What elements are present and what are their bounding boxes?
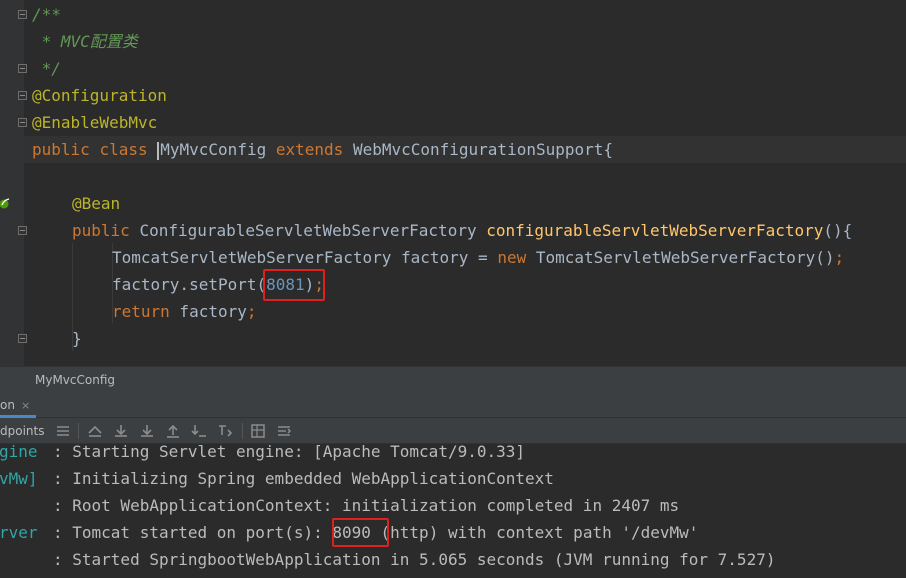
method-call: factory.setPort — [112, 275, 257, 294]
keyword-class: class — [99, 140, 148, 159]
port-8081-highlight-box — [263, 269, 325, 301]
log-message: : Initializing Spring embedded WebApplic… — [53, 469, 554, 488]
console-line: rver: Tomcat started on port(s): 8090 (h… — [0, 519, 906, 546]
step-over-icon[interactable] — [112, 422, 130, 440]
text-caret — [157, 141, 160, 160]
code-line-8[interactable]: @Bean — [72, 190, 120, 217]
drop-frame-icon[interactable] — [190, 422, 208, 440]
keyword-extends: extends — [275, 140, 344, 159]
log-source: vMw] — [0, 469, 38, 488]
console-line: gine : Starting Servlet engine: [Apache T… — [0, 444, 906, 465]
evaluate-expression-icon[interactable] — [249, 422, 267, 440]
log-message: : Starting Servlet engine: [Apache Tomca… — [53, 444, 526, 461]
keyword-public: public — [32, 140, 90, 159]
var-declaration: TomcatServletWebServerFactory factory = — [112, 248, 498, 267]
fold-marker-icon[interactable] — [18, 334, 27, 343]
fold-marker-icon[interactable] — [18, 64, 27, 73]
step-out-icon[interactable] — [164, 422, 182, 440]
code-line-9[interactable]: public ConfigurableServletWebServerFacto… — [72, 217, 852, 244]
keyword-return: return — [112, 302, 170, 321]
fold-marker-icon[interactable] — [18, 10, 27, 19]
spring-bean-gutter-icon[interactable] — [0, 196, 11, 210]
code-line-3[interactable]: */ — [32, 55, 61, 82]
tool-window-tab-bar: on × — [0, 392, 906, 418]
code-line-2[interactable]: * MVC配置类 — [32, 28, 138, 55]
log-message-after: (http) with context path '/devMw' — [370, 523, 699, 542]
run-to-cursor-icon[interactable] — [216, 422, 234, 440]
console-line: vMw] : Initializing Spring embedded WebAp… — [0, 465, 906, 492]
toolbar-label[interactable]: dpoints — [0, 418, 44, 444]
fold-marker-icon[interactable] — [18, 118, 27, 127]
class-name: MyMvcConfig — [160, 140, 267, 159]
fold-marker-icon[interactable] — [18, 226, 27, 235]
code-line-12[interactable]: return factory; — [112, 298, 257, 325]
log-message-before: : Tomcat started on port(s): — [53, 523, 333, 542]
code-line-1[interactable]: /** — [32, 1, 61, 28]
tab-label: on — [0, 398, 15, 412]
log-source: gine — [0, 444, 38, 461]
show-execution-point-icon[interactable] — [86, 422, 104, 440]
toolbar-separator — [242, 423, 243, 439]
console-output[interactable]: gine : Starting Servlet engine: [Apache T… — [0, 444, 906, 578]
constructor-call: TomcatServletWebServerFactory() — [526, 248, 835, 267]
fold-marker-icon[interactable] — [18, 91, 27, 100]
keyword-new: new — [497, 248, 527, 267]
code-line-4[interactable]: @Configuration — [32, 82, 167, 109]
breadcrumb-item[interactable]: MyMvcConfig — [35, 367, 115, 393]
menu-lines-icon[interactable] — [54, 422, 72, 440]
semicolon: ; — [834, 248, 845, 267]
toolbar-separator — [78, 423, 79, 439]
trace-icon[interactable] — [275, 422, 293, 440]
code-line-6[interactable]: public class MyMvcConfig extends WebMvcC… — [32, 136, 613, 163]
console-line: : Started SpringbootWebApplication in 5.… — [0, 546, 906, 573]
code-editor[interactable]: /** * MVC配置类 */ @Configuration @EnableWe… — [0, 0, 906, 366]
console-toolbar: dpoints — [0, 418, 906, 444]
method-name: configurableServletWebServerFactory — [486, 221, 824, 240]
return-type: ConfigurableServletWebServerFactory — [139, 221, 477, 240]
step-into-icon[interactable] — [138, 422, 156, 440]
return-expression: factory — [169, 302, 247, 321]
code-line-10[interactable]: TomcatServletWebServerFactory factory = … — [112, 244, 844, 271]
code-line-5[interactable]: @EnableWebMvc — [32, 109, 157, 136]
log-message: : Started SpringbootWebApplication in 5.… — [53, 550, 776, 569]
superclass-name: WebMvcConfigurationSupport{ — [352, 140, 614, 159]
close-icon[interactable]: × — [21, 399, 30, 412]
log-source: rver — [0, 523, 38, 542]
breadcrumb: MyMvcConfig — [0, 366, 906, 392]
semicolon: ; — [246, 302, 257, 321]
editor-gutter[interactable] — [0, 0, 24, 366]
keyword-public: public — [72, 221, 130, 240]
log-message: : Root WebApplicationContext: initializa… — [53, 496, 680, 515]
method-params: (){ — [823, 221, 853, 240]
port-8090-highlight-box — [332, 518, 389, 547]
console-line: : Root WebApplicationContext: initializa… — [0, 492, 906, 519]
code-line-13[interactable]: } — [72, 325, 82, 352]
tool-window-tab[interactable]: on × — [0, 392, 37, 418]
